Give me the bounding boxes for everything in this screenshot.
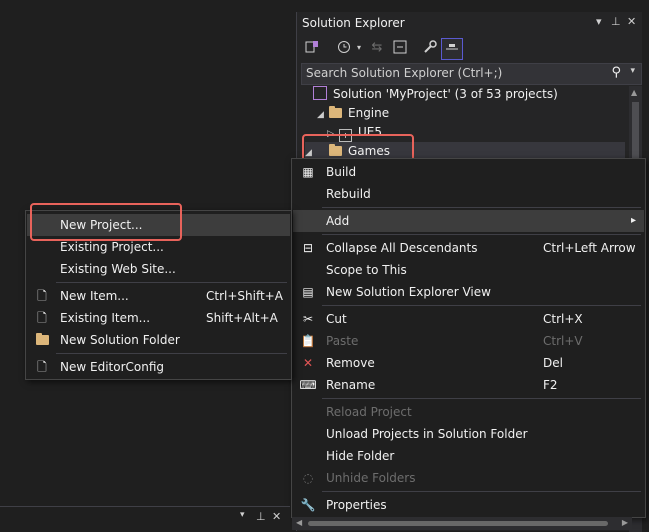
file-icon: 🗋 xyxy=(37,360,47,374)
close-icon[interactable]: ✕ xyxy=(272,510,281,523)
pin-icon[interactable]: ⊥ xyxy=(256,510,266,523)
pin-icon[interactable]: ⊥ xyxy=(611,15,621,28)
window-dropdown-icon[interactable]: ▾ xyxy=(596,15,602,28)
properties-wrench-icon[interactable] xyxy=(421,39,439,57)
existing-item-icon: 🗋 xyxy=(37,311,47,325)
history-dropdown-icon[interactable]: ▾ xyxy=(355,39,363,57)
submenu-item-existing-web-site[interactable]: Existing Web Site... xyxy=(27,258,290,280)
solution-explorer-titlebar: Solution Explorer ▾ ⊥ ✕ xyxy=(297,12,642,34)
submenu-item-new-solution-folder[interactable]: New Solution Folder xyxy=(27,329,290,351)
menu-item-build[interactable]: ▦ Build xyxy=(293,161,644,183)
search-placeholder: Search Solution Explorer (Ctrl+;) xyxy=(306,66,503,80)
menu-item-unload-projects[interactable]: Unload Projects in Solution Folder xyxy=(293,423,644,445)
menu-item-reload-project: Reload Project xyxy=(326,405,412,419)
submenu-item-new-item[interactable]: 🗋 New Item... Ctrl+Shift+A xyxy=(27,285,290,307)
new-item-icon: 🗋 xyxy=(37,289,47,303)
solution-icon xyxy=(313,86,327,100)
menu-item-scope-to-this[interactable]: Scope to This xyxy=(293,259,644,281)
close-icon[interactable]: ✕ xyxy=(627,15,636,28)
menu-item-rename[interactable]: ⌨ Rename F2 xyxy=(293,374,644,396)
menu-separator xyxy=(56,353,287,354)
history-icon[interactable] xyxy=(335,39,353,57)
solution-explorer-toolbar: ▾ ⇆ xyxy=(297,34,642,62)
wrench-icon: 🔧 xyxy=(300,498,316,512)
menu-separator xyxy=(322,398,641,399)
menu-item-paste: 📋 Paste Ctrl+V xyxy=(293,330,644,352)
panel-title: Solution Explorer xyxy=(302,16,405,30)
scroll-right-icon[interactable]: ▶ xyxy=(622,518,628,527)
submenu-arrow-icon: ▸ xyxy=(630,215,636,226)
collapse-all-icon[interactable] xyxy=(391,39,409,57)
unhide-icon: ◌ xyxy=(302,471,314,485)
search-options-dropdown-icon[interactable]: ▾ xyxy=(630,66,635,76)
menu-separator xyxy=(322,234,641,235)
menu-item-add[interactable]: Add ▸ xyxy=(293,210,644,232)
menu-item-collapse-all[interactable]: ⊟ Collapse All Descendants Ctrl+Left Arr… xyxy=(293,237,644,259)
sync-icon: ⇆ xyxy=(371,40,383,55)
collapse-icon: ⊟ xyxy=(302,241,314,255)
scissors-icon: ✂ xyxy=(302,312,314,326)
bottom-panel-titlebar: ▾ ⊥ ✕ xyxy=(0,506,290,531)
folder-icon xyxy=(329,106,342,118)
scroll-up-icon[interactable]: ▲ xyxy=(631,88,637,97)
menu-item-new-view[interactable]: ▤ New Solution Explorer View xyxy=(293,281,644,303)
new-view-icon: ▤ xyxy=(302,285,314,299)
menu-item-rebuild[interactable]: Rebuild xyxy=(293,183,644,205)
rename-icon: ⌨ xyxy=(299,378,317,392)
new-folder-icon xyxy=(33,329,51,351)
menu-item-remove[interactable]: ✕ Remove Del xyxy=(293,352,644,374)
submenu-item-new-editorconfig[interactable]: 🗋 New EditorConfig xyxy=(27,356,290,378)
switch-views-icon[interactable] xyxy=(303,39,321,57)
context-menu: ▦ Build Rebuild Add ▸ ⊟ Collapse All Des… xyxy=(291,158,646,518)
menu-separator xyxy=(322,491,641,492)
scroll-thumb[interactable] xyxy=(308,521,608,526)
horizontal-scrollbar[interactable]: ◀ ▶ xyxy=(292,517,632,530)
tree-item-engine[interactable]: ◢ Engine xyxy=(317,104,389,123)
remove-icon: ✕ xyxy=(302,356,314,370)
menu-item-unhide-folders: ◌ Unhide Folders xyxy=(293,467,644,489)
menu-item-properties[interactable]: 🔧 Properties xyxy=(293,494,644,516)
paste-icon: 📋 xyxy=(300,334,316,348)
menu-separator xyxy=(56,282,287,283)
menu-item-hide-folder[interactable]: Hide Folder xyxy=(293,445,644,467)
menu-separator xyxy=(322,305,641,306)
new-project-highlight-box xyxy=(30,203,182,241)
search-box[interactable]: Search Solution Explorer (Ctrl+;) ⚲ ▾ xyxy=(301,63,642,85)
preview-selected-icon[interactable] xyxy=(441,38,463,60)
submenu-item-existing-item[interactable]: 🗋 Existing Item... Shift+Alt+A xyxy=(27,307,290,329)
scroll-thumb[interactable] xyxy=(632,102,639,162)
search-icon[interactable]: ⚲ xyxy=(611,65,621,80)
scroll-left-icon[interactable]: ◀ xyxy=(296,518,302,527)
tree-item-solution[interactable]: Solution 'MyProject' (3 of 53 projects) xyxy=(313,85,558,104)
build-icon: ▦ xyxy=(302,165,314,179)
menu-separator xyxy=(322,207,641,208)
menu-item-cut[interactable]: ✂ Cut Ctrl+X xyxy=(293,308,644,330)
window-dropdown-icon[interactable]: ▾ xyxy=(240,510,245,520)
